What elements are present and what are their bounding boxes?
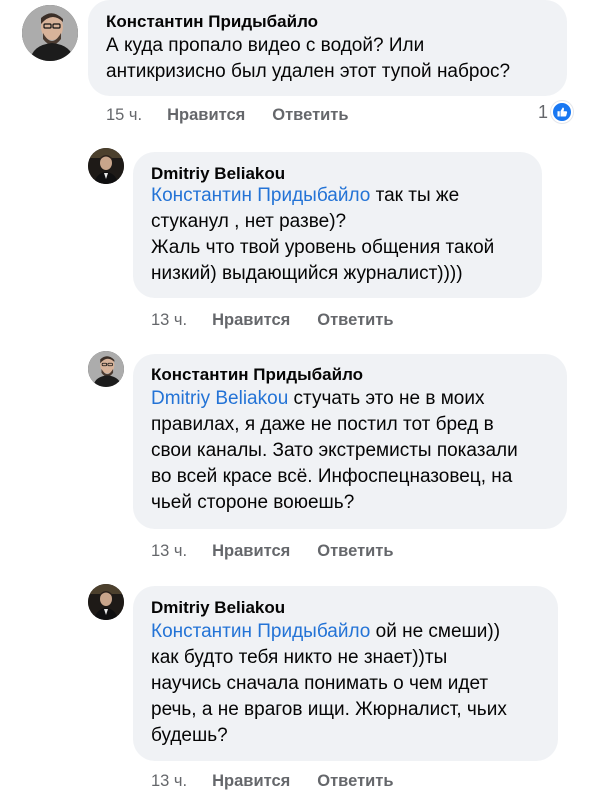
comment-line-rest: стучать это не в моих	[288, 388, 485, 409]
reactions-count: 1	[538, 101, 549, 122]
comment-time[interactable]: 15 ч.	[106, 106, 142, 125]
comment-3: Константин Придыбайло Dmitriy Beliakou с…	[0, 345, 590, 575]
reactions[interactable]: 1	[538, 101, 574, 123]
comment-author[interactable]: Константин Придыбайло	[151, 365, 363, 385]
comment-line: свои каналы. Зато экстремисты показали	[151, 440, 518, 461]
person-photo-icon	[88, 148, 124, 184]
comment-time[interactable]: 13 ч.	[151, 311, 187, 330]
like-button[interactable]: Нравится	[212, 772, 290, 791]
comment-line: Константин Придыбайло ой не смеши))	[151, 619, 551, 645]
person-photo-icon	[88, 584, 124, 620]
comment-line: речь, а не врагов ищи. Жюрналист, чьих	[151, 699, 507, 720]
comment-2: Dmitriy Beliakou Константин Придыбайло т…	[0, 140, 590, 340]
avatar-dmitriy[interactable]	[88, 584, 124, 620]
mention-link[interactable]: Константин Придыбайло	[151, 185, 370, 206]
avatar-konstantin[interactable]	[22, 5, 78, 61]
comment-line: Жаль что твой уровень общения такой	[151, 237, 495, 258]
comment-line: Константин Придыбайло так ты же	[151, 183, 541, 209]
comment-line: стуканул , нет разве)?	[151, 211, 347, 232]
like-button[interactable]: Нравится	[167, 106, 245, 125]
like-button[interactable]: Нравится	[212, 542, 290, 561]
comment-line: будешь?	[151, 725, 228, 746]
comment-line: низкий) выдающийся журналист))))	[151, 263, 463, 284]
comment-time[interactable]: 13 ч.	[151, 542, 187, 561]
reply-button[interactable]: Ответить	[317, 311, 393, 330]
reply-button[interactable]: Ответить	[317, 772, 393, 791]
comment-author[interactable]: Dmitriy Beliakou	[151, 164, 285, 184]
person-photo-icon	[88, 351, 124, 387]
comment-time[interactable]: 13 ч.	[151, 772, 187, 791]
comment-meta: 15 ч. Нравится Ответить	[106, 106, 349, 125]
comment-line: чьей стороне воюешь?	[151, 492, 355, 513]
comment-text: Константин Придыбайло ой не смеши)) как …	[151, 619, 551, 749]
comment-meta: 13 ч. Нравится Ответить	[151, 772, 394, 791]
comment-line: как будто тебя никто не знает))ты	[151, 647, 448, 668]
reply-button[interactable]: Ответить	[317, 542, 393, 561]
person-photo-icon	[22, 5, 78, 61]
avatar-dmitriy[interactable]	[88, 148, 124, 184]
avatar-konstantin[interactable]	[88, 351, 124, 387]
reply-button[interactable]: Ответить	[272, 106, 348, 125]
mention-link[interactable]: Константин Придыбайло	[151, 621, 370, 642]
comment-line: во всей красе всё. Инфоспецназовец, на	[151, 466, 513, 487]
comment-meta: 13 ч. Нравится Ответить	[151, 311, 394, 330]
comment-author[interactable]: Dmitriy Beliakou	[151, 598, 285, 618]
comment-line-rest: ой не смеши))	[370, 621, 501, 642]
comment-1: Константин Придыбайло А куда пропало вид…	[0, 0, 590, 140]
comment-line: антикризисно был удален этот тупой набро…	[106, 61, 511, 82]
comment-4: Dmitriy Beliakou Константин Придыбайло о…	[0, 578, 590, 800]
comment-line-rest: так ты же	[370, 185, 460, 206]
comment-text: А куда пропало видео с водой? Или антикр…	[106, 33, 561, 85]
like-button[interactable]: Нравится	[212, 311, 290, 330]
comment-line: Dmitriy Beliakou стучать это не в моих	[151, 386, 561, 412]
comment-author[interactable]: Константин Придыбайло	[106, 12, 318, 32]
comment-line: научись сначала понимать о чем идет	[151, 673, 489, 694]
mention-link[interactable]: Dmitriy Beliakou	[151, 388, 288, 409]
comment-line: А куда пропало видео с водой? Или	[106, 35, 425, 56]
comment-line: правилах, я даже не постил тот бред в	[151, 414, 494, 435]
like-icon	[551, 101, 574, 123]
comment-meta: 13 ч. Нравится Ответить	[151, 542, 394, 561]
comment-text: Константин Придыбайло так ты же стуканул…	[151, 183, 541, 287]
comment-text: Dmitriy Beliakou стучать это не в моих п…	[151, 386, 561, 516]
